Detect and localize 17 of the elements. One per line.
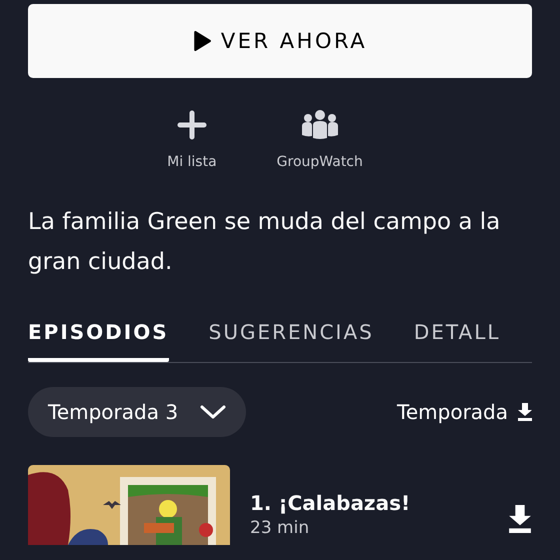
download-icon xyxy=(508,505,532,533)
groupwatch-button[interactable]: GroupWatch xyxy=(276,110,363,170)
tab[interactable]: EPISODIOS xyxy=(28,314,169,362)
plus-icon xyxy=(176,110,207,140)
tab[interactable]: DETALL xyxy=(414,314,500,362)
season-dropdown[interactable]: Temporada 3 xyxy=(28,387,246,437)
people-icon xyxy=(300,110,340,140)
play-button[interactable]: VER AHORA xyxy=(28,4,532,78)
episode-title: 1. ¡Calabazas! xyxy=(250,491,412,515)
download-season-button[interactable]: Temporada xyxy=(397,400,532,424)
play-icon xyxy=(192,31,211,51)
description-text: La familia Green se muda del campo a la gran ciudad. xyxy=(28,208,502,277)
tab[interactable]: SUGERENCIAS xyxy=(208,314,374,362)
episode-duration: 23 min xyxy=(250,518,310,538)
add-to-list-button[interactable]: Mi lista xyxy=(167,110,217,170)
chevron-down-icon xyxy=(200,404,226,420)
download-icon xyxy=(518,403,532,421)
